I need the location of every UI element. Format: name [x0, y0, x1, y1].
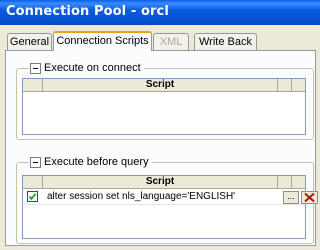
- delete-column-header: [292, 176, 305, 188]
- script-column-header: Script: [43, 176, 278, 188]
- enabled-checkbox[interactable]: [27, 191, 38, 202]
- checkbox-column-header: [23, 79, 43, 91]
- execute-before-query-label: Execute before query: [44, 156, 149, 168]
- execute-on-connect-grid[interactable]: Script: [22, 78, 306, 135]
- tab-connection-scripts[interactable]: Connection Scripts: [53, 31, 152, 51]
- execute-on-connect-legend: Execute on connect: [29, 61, 144, 75]
- execute-on-connect-label: Execute on connect: [44, 62, 141, 74]
- collapse-minus-icon[interactable]: [30, 62, 41, 74]
- checkbox-column-header: [23, 176, 43, 188]
- tab-connection-scripts-label: Connection Scripts: [56, 35, 149, 47]
- connection-scripts-panel: Execute on connect Script Execute before…: [5, 50, 318, 246]
- edit-script-button[interactable]: ...: [283, 191, 299, 204]
- edit-script-button-label: ...: [287, 191, 295, 201]
- edit-column-header: [278, 176, 292, 188]
- execute-on-connect-group: Execute on connect Script: [16, 61, 314, 140]
- execute-before-query-grid[interactable]: Script alter session set nls_language='E…: [22, 175, 318, 239]
- delete-script-button[interactable]: [301, 191, 318, 204]
- grid-header: Script: [23, 79, 305, 92]
- delete-column-header: [292, 79, 305, 91]
- tab-write-back[interactable]: Write Back: [194, 33, 257, 50]
- execute-before-query-legend: Execute before query: [29, 155, 152, 169]
- tab-general[interactable]: General: [7, 33, 52, 50]
- delete-x-icon: [304, 192, 315, 203]
- table-row: alter session set nls_language='ENGLISH'…: [23, 190, 318, 205]
- tab-general-label: General: [9, 36, 50, 48]
- title-bar: Connection Pool - orcl: [0, 0, 320, 25]
- execute-before-query-group: Execute before query Script alter sessio…: [16, 155, 318, 244]
- script-cell[interactable]: alter session set nls_language='ENGLISH': [47, 191, 235, 202]
- script-column-header: Script: [43, 79, 278, 91]
- collapse-minus-icon[interactable]: [30, 156, 41, 168]
- checkmark-icon: [28, 193, 37, 201]
- tab-write-back-label: Write Back: [199, 36, 252, 48]
- tab-xml-label: XML: [159, 36, 183, 48]
- grid-header: Script: [23, 176, 305, 189]
- window-title: Connection Pool - orcl: [6, 4, 169, 19]
- edit-column-header: [278, 79, 292, 91]
- tab-xml[interactable]: XML: [153, 33, 189, 50]
